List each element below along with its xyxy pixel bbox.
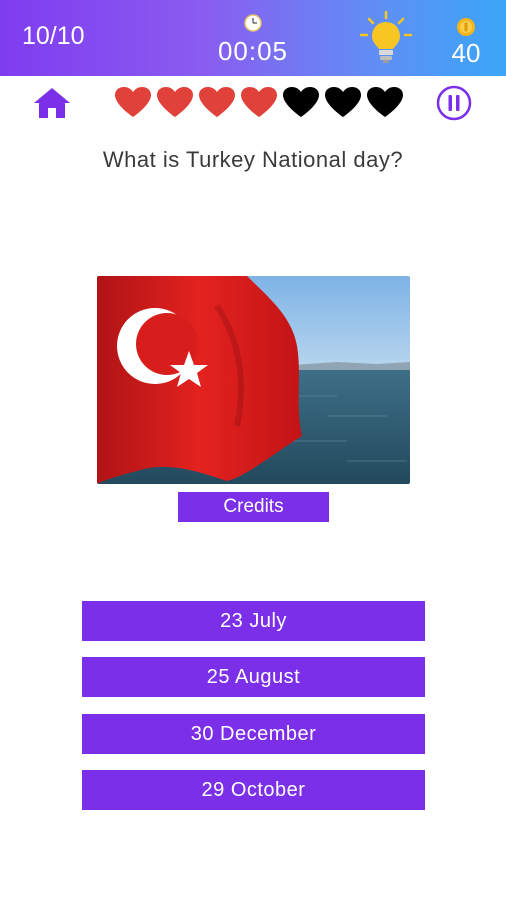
clock-icon: [244, 14, 262, 32]
answer-option-2[interactable]: 25 August: [82, 657, 425, 697]
heart-empty-icon: [367, 87, 403, 117]
heart-empty-icon: [325, 87, 361, 117]
lives-indicator: [114, 86, 404, 118]
question-image: [97, 276, 410, 484]
answer-option-3[interactable]: 30 December: [82, 714, 425, 754]
coin-icon: [457, 18, 475, 36]
heart-full-icon: [199, 87, 235, 117]
heart-full-icon: [241, 87, 277, 117]
lightbulb-icon[interactable]: [357, 10, 415, 66]
coin-count: 40: [451, 38, 481, 68]
pause-icon[interactable]: [436, 85, 472, 121]
heart-full-icon: [157, 87, 193, 117]
heart-empty-icon: [283, 87, 319, 117]
answer-option-4[interactable]: 29 October: [82, 770, 425, 810]
question-progress: 10/10: [22, 22, 85, 50]
answer-option-1[interactable]: 23 July: [82, 601, 425, 641]
heart-full-icon: [115, 87, 151, 117]
home-icon[interactable]: [32, 86, 72, 120]
question-text: What is Turkey National day?: [102, 147, 404, 172]
top-bar: 10/10 00:05 40: [0, 0, 506, 76]
credits-button[interactable]: Credits: [178, 492, 329, 522]
timer: 00:05: [217, 36, 289, 66]
